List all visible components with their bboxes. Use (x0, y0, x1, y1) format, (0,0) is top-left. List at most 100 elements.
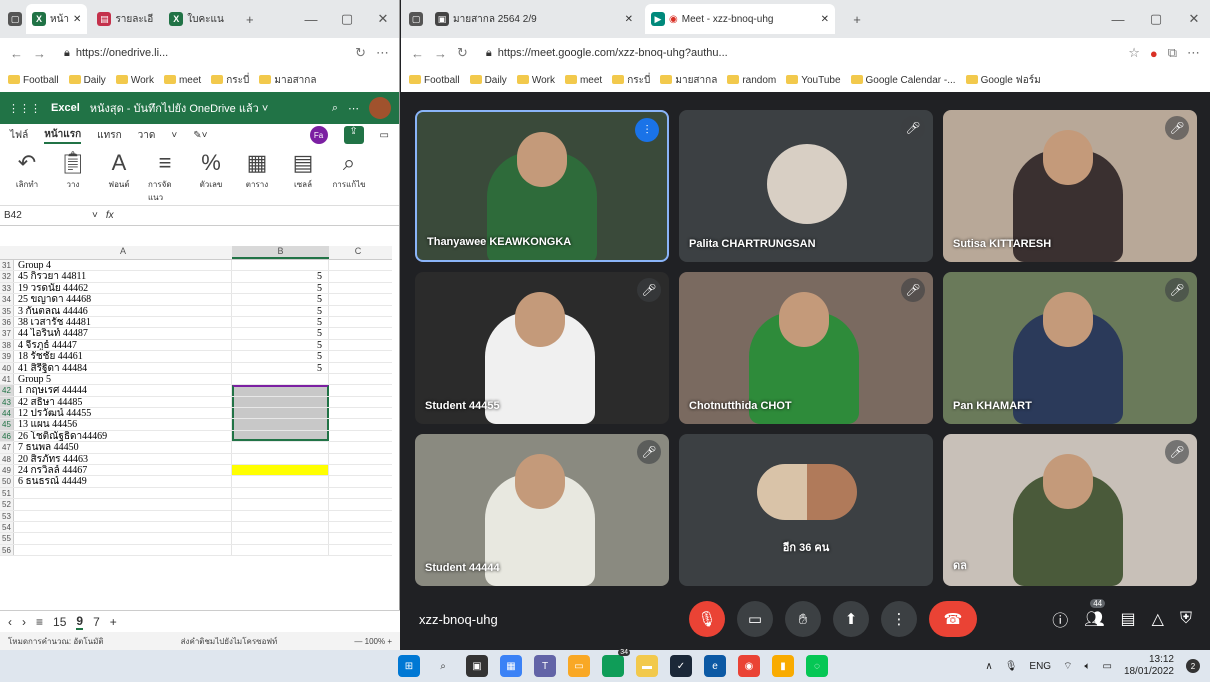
doc-title[interactable]: หนังสุด - บันทึกไปยัง OneDrive แล้ว ˅ (90, 99, 269, 117)
feedback-link[interactable]: ส่งคำติชมไปยังไมโครซอฟท์ (181, 635, 278, 648)
cell-a[interactable]: 41 สิรีฐิดา 44484 (14, 362, 232, 373)
cell-c[interactable] (329, 454, 387, 464)
row-number[interactable]: 44 (0, 408, 14, 419)
cell-c[interactable] (329, 340, 387, 350)
row-number[interactable]: 43 (0, 396, 14, 408)
app-launcher-icon[interactable]: ⋮⋮⋮ (8, 102, 41, 115)
bookmark-item[interactable]: Work (115, 74, 154, 86)
teams-icon[interactable]: T (534, 655, 556, 677)
sticky-notes-icon[interactable]: ▮ (772, 655, 794, 677)
cell-c[interactable] (329, 499, 387, 509)
url-field[interactable]: 🔒︎ https://meet.google.com/xzz-bnoq-uhg?a… (478, 41, 1118, 65)
cell-a[interactable]: 18 รัชชัย 44461 (14, 351, 232, 362)
participant-tile[interactable]: Sutisa KITTARESH 🎤︎ (943, 110, 1197, 262)
cell-c[interactable] (329, 260, 387, 270)
bookmark-item[interactable]: YouTube (786, 74, 841, 86)
search-icon[interactable]: ⌕ (332, 102, 338, 115)
host-controls-icon[interactable]: ⛨ (1180, 610, 1192, 628)
cell-a[interactable]: 6 ธนธรณ์ 44449 (14, 476, 232, 487)
info-icon[interactable]: ⓘ (1052, 607, 1068, 631)
cell-a[interactable]: 19 วรดนัย 44462 (14, 282, 232, 294)
more-options-button[interactable]: ⋮ (881, 601, 917, 637)
row-number[interactable]: 48 (0, 453, 14, 465)
cell-b[interactable] (232, 385, 329, 396)
widgets-icon[interactable]: ▦ (500, 655, 522, 677)
cell-b[interactable] (232, 510, 329, 521)
cell-b[interactable]: 5 (232, 271, 329, 282)
bookmark-item[interactable]: Work (516, 74, 555, 86)
cell-c[interactable] (329, 408, 387, 418)
row-number[interactable]: 36 (0, 316, 14, 328)
left-tab-2[interactable]: ▤ รายละเอี (91, 4, 159, 34)
row-number[interactable]: 56 (0, 544, 14, 556)
start-icon[interactable]: ⊞ (398, 655, 420, 677)
clock[interactable]: 13:12 18/01/2022 (1124, 654, 1174, 678)
cell-a[interactable]: 3 กันตลณ 44446 (14, 305, 232, 316)
refresh-icon[interactable]: ↻ (355, 45, 366, 61)
folder-icon[interactable]: ▬ (636, 655, 658, 677)
cell-c[interactable] (329, 419, 387, 429)
bookmark-item[interactable]: Google Calendar -... (850, 74, 956, 86)
photos-icon[interactable]: 34 (602, 649, 630, 677)
bookmark-item[interactable]: มาอสากล (259, 73, 316, 88)
row-number[interactable]: 40 (0, 362, 14, 373)
cell-a[interactable]: 42 สธิษา 44485 (14, 396, 232, 408)
cell-a[interactable]: 20 สิรภัทร 44463 (14, 453, 232, 465)
avatar[interactable] (369, 97, 391, 119)
cell-a[interactable]: 7 ธนพล 44450 (14, 442, 232, 453)
col-header-b[interactable]: B (232, 246, 329, 259)
row-number[interactable]: 54 (0, 521, 14, 533)
row-number[interactable]: 52 (0, 499, 14, 510)
bookmark-item[interactable]: random (727, 74, 776, 86)
cell-c[interactable] (329, 306, 387, 316)
cell-b[interactable] (232, 465, 329, 476)
cell-c[interactable] (329, 328, 387, 338)
bookmark-item[interactable]: Google ฟอร์ม (965, 73, 1041, 88)
wifi-icon[interactable]: ⌔ (1063, 660, 1072, 673)
share-icon[interactable]: ⇪ (343, 126, 364, 144)
participant-tile[interactable]: อีก 36 คน (679, 434, 933, 586)
cell-b[interactable] (232, 487, 329, 499)
pen-icon[interactable]: ✎˅ (193, 130, 207, 141)
bookmark-item[interactable]: มายสากล (660, 73, 717, 88)
cell-c[interactable] (329, 374, 387, 384)
bookmark-item[interactable]: meet (564, 74, 602, 86)
cell-b[interactable]: 5 (232, 339, 329, 351)
cell-a[interactable]: 38 เวสารัช 44481 (14, 316, 232, 328)
cell-c[interactable] (329, 351, 387, 361)
bookmark-item[interactable]: Daily (68, 74, 106, 86)
cell-a[interactable] (14, 544, 232, 556)
right-tab-2[interactable]: ▶ ◉ Meet - xzz-bnoq-uhg ✕ (645, 4, 835, 34)
edge-icon[interactable]: e (704, 655, 726, 677)
file-explorer-icon[interactable]: ▭ (568, 655, 590, 677)
cell-b[interactable] (232, 521, 329, 533)
mic-icon[interactable]: 🎙︎ (1005, 661, 1018, 672)
cell-a[interactable] (14, 499, 232, 510)
sheet-tab[interactable]: 7 (93, 615, 100, 629)
maximize-button[interactable]: ▢ (1140, 11, 1172, 27)
right-tab-1[interactable]: ▣ มายสากล 2564 2/9 ✕ (429, 4, 639, 34)
participant-tile[interactable]: Pan KHAMART 🎤︎ (943, 272, 1197, 424)
cell-b[interactable] (232, 499, 329, 510)
star-icon[interactable]: ☆ (1128, 45, 1140, 61)
cell-a[interactable] (14, 533, 232, 544)
people-icon[interactable]: 👥︎ 44 (1084, 599, 1106, 629)
row-number[interactable]: 53 (0, 510, 14, 521)
row-number[interactable]: 35 (0, 305, 14, 316)
align-button[interactable]: ≡ การจัดแนว (148, 150, 182, 204)
new-tab-button[interactable]: + (841, 12, 873, 27)
row-number[interactable]: 38 (0, 339, 14, 351)
table-button[interactable]: ▦ ตาราง (240, 150, 274, 191)
cell-c[interactable] (329, 511, 387, 521)
edit-button[interactable]: ⌕ การแก้ไข (332, 150, 366, 191)
close-icon[interactable]: ✕ (73, 14, 81, 25)
cell-a[interactable]: 1 กฤษเรศ 44444 (14, 385, 232, 396)
steam-icon[interactable]: ✓ (670, 655, 692, 677)
tab-file[interactable]: ไฟล์ (10, 128, 28, 143)
back-icon[interactable]: ← (10, 46, 23, 61)
participant-tile[interactable]: Student 44444 🎤︎ (415, 434, 669, 586)
collections-icon[interactable]: ⧉ (1168, 45, 1177, 61)
close-icon[interactable]: ✕ (625, 14, 633, 25)
row-number[interactable]: 33 (0, 282, 14, 294)
new-tab-button[interactable]: + (234, 12, 266, 27)
